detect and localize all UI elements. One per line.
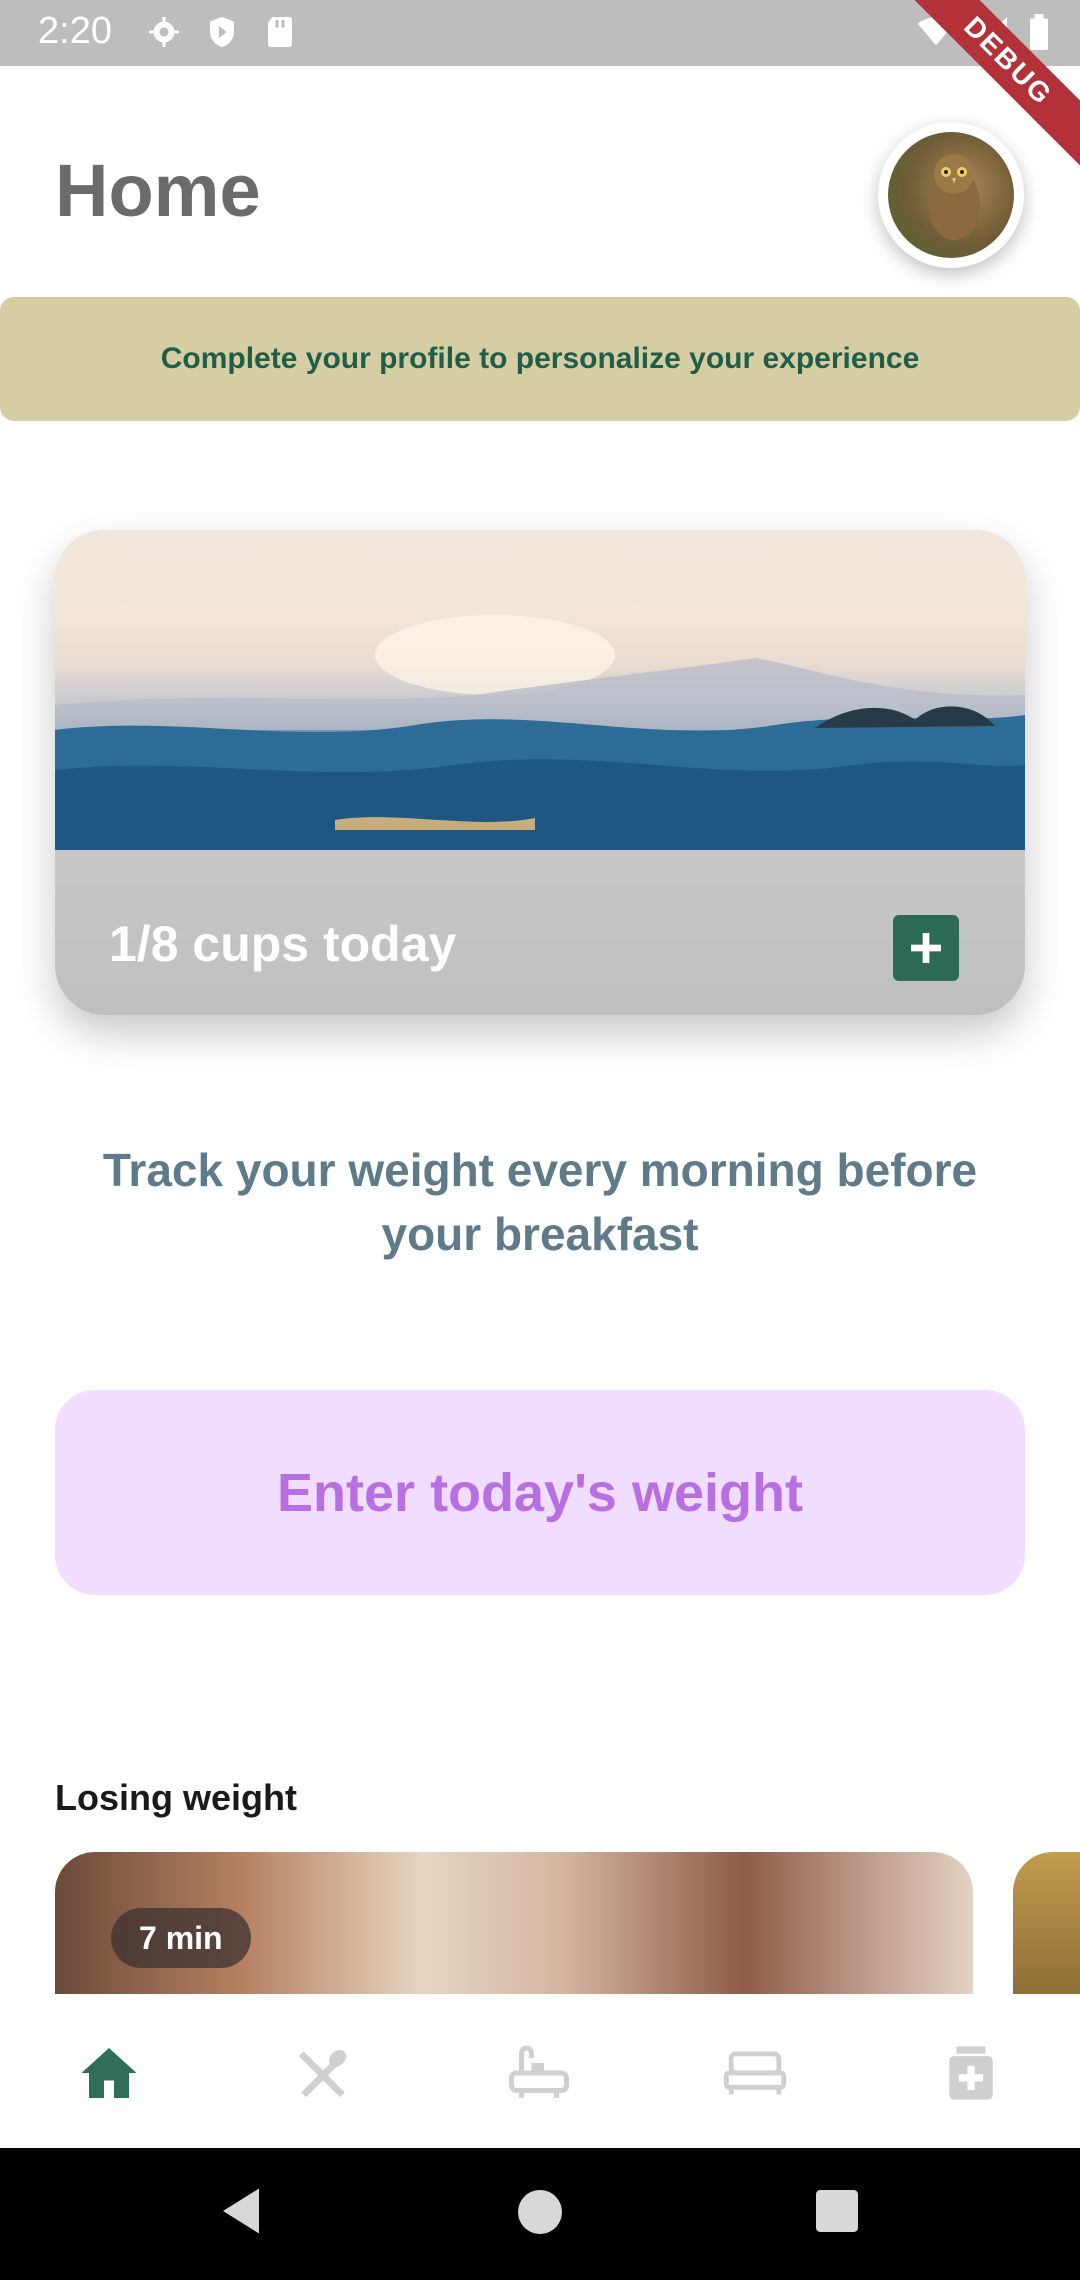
back-triangle-icon <box>223 2188 259 2234</box>
complete-profile-text: Complete your profile to personalize you… <box>160 342 920 375</box>
recents-button[interactable] <box>816 2190 858 2237</box>
back-button[interactable] <box>218 2184 264 2243</box>
bathtub-icon <box>509 2045 569 2098</box>
bottom-navigation <box>0 1994 1080 2148</box>
home-button[interactable] <box>518 2190 562 2239</box>
bed-icon <box>724 2051 786 2095</box>
restaurant-icon <box>298 2049 348 2098</box>
plus-icon <box>911 933 941 963</box>
home-icon <box>81 2048 137 2098</box>
enter-weight-button[interactable]: Enter today's weight <box>55 1390 1025 1595</box>
article-card[interactable] <box>1013 1852 1080 1994</box>
system-navigation-bar <box>0 2148 1080 2280</box>
water-card-footer: 1/8 cups today <box>55 850 1025 1015</box>
nav-home[interactable] <box>76 2040 142 2106</box>
medication-icon <box>949 2046 993 2100</box>
page-title: Home <box>55 149 261 232</box>
nav-bath[interactable] <box>506 2040 572 2106</box>
cups-today-label: 1/8 cups today <box>109 916 457 972</box>
add-cup-button[interactable] <box>893 915 959 981</box>
weight-hint-text: Track your weight every morning before y… <box>102 1144 978 1260</box>
complete-profile-banner[interactable]: Complete your profile to personalize you… <box>0 297 1080 421</box>
water-tracker-card: 1/8 cups today <box>55 530 1025 1015</box>
settings-icon <box>146 14 182 55</box>
nav-medication[interactable] <box>938 2040 1004 2106</box>
section-title: Losing weight <box>55 1777 297 1818</box>
ocean-wave-image <box>55 530 1025 850</box>
sd-card-icon <box>262 14 298 55</box>
enter-weight-label: Enter today's weight <box>277 1462 803 1523</box>
home-circle-icon <box>518 2190 562 2234</box>
recents-square-icon <box>816 2190 858 2232</box>
status-bar: 2:20 <box>0 0 1080 66</box>
status-time: 2:20 <box>38 10 112 52</box>
nav-sleep[interactable] <box>722 2040 788 2106</box>
article-card[interactable]: 7 min <box>55 1852 973 1994</box>
shield-play-icon <box>204 14 240 55</box>
owl-avatar-image <box>888 132 1014 258</box>
weight-tracking-hint: Track your weight every morning before y… <box>0 1138 1080 1266</box>
duration-badge: 7 min <box>111 1908 251 1968</box>
avatar[interactable] <box>878 122 1024 268</box>
battery-icon <box>1028 14 1050 55</box>
nav-diet[interactable] <box>290 2040 356 2106</box>
